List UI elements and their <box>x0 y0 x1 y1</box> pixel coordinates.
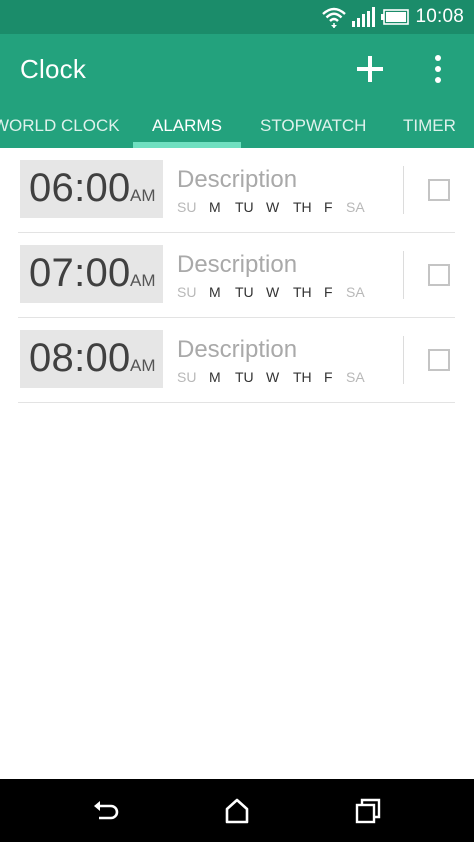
row-divider <box>403 336 404 384</box>
day-saturday: SA <box>346 284 365 300</box>
day-thursday: TH <box>293 199 312 215</box>
alarm-description[interactable]: Description <box>177 166 297 194</box>
home-button[interactable] <box>222 797 252 825</box>
alarm-row[interactable]: 08:00 AM Description SU M TU W TH F SA <box>18 318 455 403</box>
navigation-bar <box>0 779 474 842</box>
day-saturday: SA <box>346 199 365 215</box>
day-monday: M <box>209 199 221 215</box>
wifi-icon <box>322 7 347 28</box>
day-friday: F <box>324 284 333 300</box>
tab-world-clock[interactable]: WORLD CLOCK <box>0 106 120 148</box>
day-saturday: SA <box>346 369 365 385</box>
alarm-enable-checkbox[interactable] <box>428 264 450 286</box>
alarm-enable-checkbox[interactable] <box>428 179 450 201</box>
day-sunday: SU <box>177 199 197 215</box>
alarm-time: 08:00 <box>29 336 131 380</box>
day-wednesday: W <box>266 199 280 215</box>
home-icon <box>225 798 249 824</box>
signal-icon <box>352 7 376 27</box>
alarm-enable-checkbox[interactable] <box>428 349 450 371</box>
status-time: 10:08 <box>415 6 464 27</box>
battery-icon <box>381 9 410 25</box>
status-icons: 10:08 <box>321 4 464 30</box>
back-button[interactable] <box>91 797 121 825</box>
alarm-ampm: AM <box>130 186 156 205</box>
alarm-time-box[interactable]: 08:00 AM <box>20 330 163 388</box>
day-monday: M <box>209 369 221 385</box>
more-options-button[interactable] <box>424 50 452 88</box>
day-sunday: SU <box>177 284 197 300</box>
day-thursday: TH <box>293 369 312 385</box>
day-friday: F <box>324 369 333 385</box>
alarm-row[interactable]: 06:00 AM Description SU M TU W TH F SA <box>18 148 455 233</box>
alarm-time: 07:00 <box>29 251 131 295</box>
recents-icon <box>355 798 381 824</box>
alarm-time-box[interactable]: 07:00 AM <box>20 245 163 303</box>
app-bar: Clock <box>0 34 474 106</box>
tab-stopwatch[interactable]: STOPWATCH <box>260 106 366 148</box>
day-wednesday: W <box>266 369 280 385</box>
add-alarm-button[interactable] <box>351 50 389 88</box>
alarm-description[interactable]: Description <box>177 336 297 364</box>
day-thursday: TH <box>293 284 312 300</box>
app-title: Clock <box>20 54 87 84</box>
alarm-ampm: AM <box>130 271 156 290</box>
day-tuesday: TU <box>235 284 254 300</box>
back-icon <box>94 801 119 820</box>
alarm-row[interactable]: 07:00 AM Description SU M TU W TH F SA <box>18 233 455 318</box>
row-divider <box>403 251 404 299</box>
more-vert-icon <box>435 55 441 83</box>
day-tuesday: TU <box>235 369 254 385</box>
day-friday: F <box>324 199 333 215</box>
alarm-ampm: AM <box>130 356 156 375</box>
status-bar: 10:08 <box>0 0 474 34</box>
day-wednesday: W <box>266 284 280 300</box>
row-divider <box>403 166 404 214</box>
day-monday: M <box>209 284 221 300</box>
day-sunday: SU <box>177 369 197 385</box>
alarm-time-box[interactable]: 06:00 AM <box>20 160 163 218</box>
tab-timer[interactable]: TIMER <box>403 106 456 148</box>
alarm-description[interactable]: Description <box>177 251 297 279</box>
day-tuesday: TU <box>235 199 254 215</box>
recents-button[interactable] <box>353 797 383 825</box>
plus-icon <box>357 56 383 82</box>
alarm-time: 06:00 <box>29 166 131 210</box>
